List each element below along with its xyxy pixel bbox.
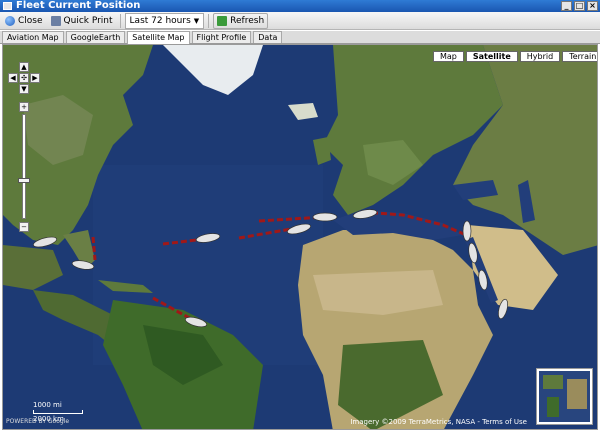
period-value: Last 72 hours: [129, 15, 191, 26]
map-imagery: [3, 45, 597, 429]
zoom-in-button[interactable]: +: [19, 102, 29, 112]
close-icon: [5, 15, 15, 26]
pan-down-button[interactable]: ▼: [19, 84, 29, 94]
window-titlebar: Fleet Current Position _ □ ×: [0, 0, 600, 12]
map-type-hybrid-button[interactable]: Hybrid: [519, 51, 561, 62]
zoom-out-button[interactable]: −: [19, 222, 29, 232]
refresh-icon: [217, 15, 228, 26]
overview-map-imagery: [539, 371, 590, 422]
quick-print-button[interactable]: Quick Print: [48, 13, 116, 29]
overview-land: [547, 397, 559, 417]
overview-land: [543, 375, 563, 389]
print-icon: [50, 15, 61, 26]
zoom-slider-track[interactable]: [22, 114, 26, 219]
quick-print-label: Quick Print: [63, 15, 113, 26]
window-title: Fleet Current Position: [16, 0, 141, 11]
map-scale: 1000 mi 2000 km: [33, 401, 83, 423]
map-type-terrain-button[interactable]: Terrain: [562, 51, 597, 62]
toolbar-separator: [208, 13, 210, 28]
tab-data[interactable]: Data: [253, 31, 283, 43]
overview-land: [567, 379, 587, 409]
toolbar-separator: [119, 13, 121, 28]
period-dropdown[interactable]: Last 72 hours ▼: [124, 12, 205, 29]
tab-satellite-map[interactable]: Satellite Map: [127, 31, 190, 44]
map-type-map-button[interactable]: Map: [433, 51, 464, 62]
refresh-button[interactable]: Refresh: [213, 12, 269, 29]
map-type-satellite-button[interactable]: Satellite: [465, 51, 518, 62]
map-attribution[interactable]: Imagery ©2009 TerraMetrics, NASA - Terms…: [350, 418, 527, 426]
window-controls: _ □ ×: [561, 1, 598, 11]
maximize-button[interactable]: □: [574, 1, 585, 11]
map-type-control: Map Satellite Hybrid Terrain: [433, 51, 597, 62]
app-icon: [3, 2, 12, 10]
close-window-button[interactable]: ×: [587, 1, 598, 11]
zoom-slider-thumb[interactable]: [18, 178, 30, 183]
minimize-button[interactable]: _: [561, 1, 572, 11]
close-button[interactable]: Close: [2, 13, 46, 29]
scale-metric: 2000 km: [33, 415, 64, 423]
tab-flight-profile[interactable]: Flight Profile: [191, 31, 252, 43]
toolbar: Close Quick Print Last 72 hours ▼ Refres…: [0, 12, 600, 30]
overview-map[interactable]: [536, 368, 593, 425]
pan-left-button[interactable]: ◀: [8, 73, 18, 83]
satellite-map[interactable]: Map Satellite Hybrid Terrain ▲ ◀ ✣ ▶ ▼ +…: [2, 44, 598, 430]
pan-up-button[interactable]: ▲: [19, 62, 29, 72]
pan-center-button[interactable]: ✣: [19, 73, 29, 83]
scale-bar: [33, 410, 83, 414]
pan-right-button[interactable]: ▶: [30, 73, 40, 83]
tab-googleearth[interactable]: GoogleEarth: [65, 31, 126, 43]
close-label: Close: [18, 15, 43, 26]
chevron-down-icon: ▼: [193, 16, 200, 25]
tab-aviation-map[interactable]: Aviation Map: [2, 31, 64, 43]
scale-imperial: 1000 mi: [33, 401, 62, 409]
tab-bar: Aviation Map GoogleEarth Satellite Map F…: [0, 31, 600, 44]
refresh-label: Refresh: [230, 15, 265, 26]
